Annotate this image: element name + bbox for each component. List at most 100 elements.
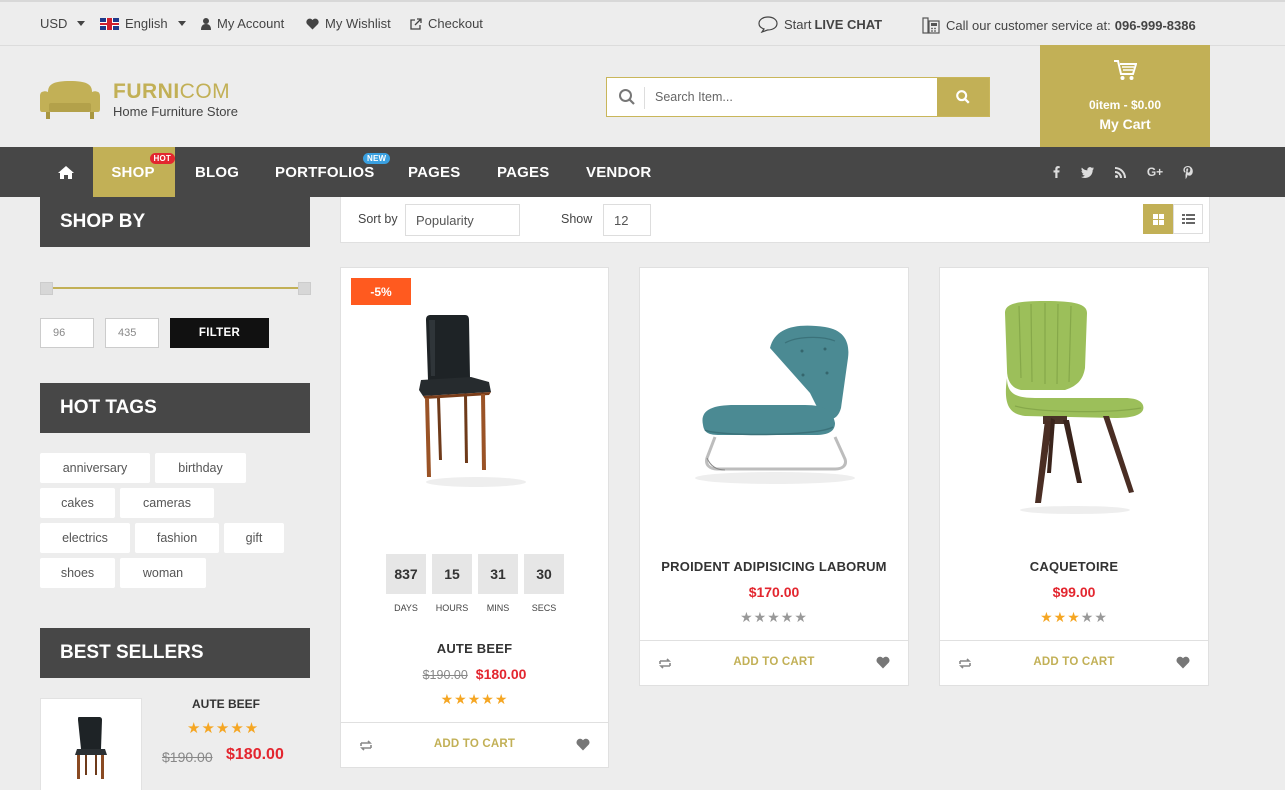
- product-card[interactable]: PROIDENT ADIPISICING LABORUM $170.00 ★★★…: [639, 267, 909, 686]
- heart-icon[interactable]: [876, 656, 890, 669]
- best-seller-thumbnail[interactable]: [40, 698, 142, 790]
- phone-number: 096-999-8386: [1114, 17, 1196, 33]
- countdown-mins-label: MINS: [486, 603, 510, 613]
- user-icon: [201, 17, 211, 30]
- heart-icon[interactable]: [1176, 656, 1190, 669]
- sort-select[interactable]: Popularity: [405, 204, 520, 236]
- product-rating: ★★★★★: [440, 691, 509, 707]
- brand-light: COM: [179, 80, 231, 103]
- grid-view-button[interactable]: [1143, 204, 1173, 234]
- google-plus-icon[interactable]: G+: [1145, 165, 1165, 179]
- heart-icon[interactable]: [576, 738, 590, 751]
- best-seller-price: $180.00: [226, 746, 284, 763]
- price-max-input[interactable]: 435: [105, 318, 159, 348]
- facebook-icon[interactable]: [1049, 165, 1063, 179]
- countdown-hours: 15: [432, 554, 472, 594]
- sofa-logo-icon[interactable]: [40, 78, 100, 120]
- nav-vendor-label: VENDOR: [586, 163, 652, 181]
- product-rating: ★★★★★: [1040, 609, 1108, 625]
- add-to-cart-button[interactable]: ADD TO CART: [640, 656, 908, 668]
- price-slider-track[interactable]: [46, 287, 306, 289]
- currency-selector[interactable]: USD: [40, 16, 86, 31]
- brand-name[interactable]: FURNICOM: [113, 80, 230, 104]
- nav-shop[interactable]: SHOP HOT: [93, 147, 175, 197]
- nav-blog[interactable]: BLOG: [195, 147, 239, 197]
- tag-anniversary[interactable]: anniversary: [40, 453, 150, 483]
- nav-blog-label: BLOG: [195, 163, 240, 181]
- product-image[interactable]: [685, 313, 865, 493]
- grid-icon: [1152, 213, 1164, 225]
- twitter-icon[interactable]: [1080, 165, 1094, 179]
- price-min-input[interactable]: 96: [40, 318, 94, 348]
- search-icon: [956, 90, 970, 104]
- my-account-link[interactable]: My Account: [201, 16, 284, 31]
- countdown-days: 837: [386, 554, 426, 594]
- price-slider-min-handle[interactable]: [40, 282, 53, 295]
- sort-label: Sort by: [358, 212, 398, 226]
- tag-fashion[interactable]: fashion: [135, 523, 219, 553]
- tag-shoes[interactable]: shoes: [40, 558, 115, 588]
- list-view-button[interactable]: [1173, 204, 1203, 234]
- price-slider-max-handle[interactable]: [298, 282, 311, 295]
- show-select[interactable]: 12: [603, 204, 651, 236]
- search-divider: [644, 87, 645, 109]
- product-name[interactable]: CAQUETOIRE: [940, 559, 1208, 574]
- product-current-price: $170.00: [748, 584, 800, 600]
- rss-icon[interactable]: [1113, 165, 1127, 179]
- product-toolbar: Sort by Popularity Show 12: [340, 197, 1210, 243]
- customer-service: Call our customer service at: 096-999-83…: [922, 16, 1196, 34]
- best-seller-name[interactable]: AUTE BEEF: [192, 697, 260, 711]
- checkout-link[interactable]: Checkout: [410, 16, 483, 31]
- nav-pages-2[interactable]: PAGES: [497, 147, 549, 197]
- nav-vendor[interactable]: VENDOR: [586, 147, 651, 197]
- live-chat-label: LIVE CHAT: [814, 17, 883, 32]
- product-card[interactable]: CAQUETOIRE $99.00 ★★★★★ ADD TO CART: [939, 267, 1209, 686]
- list-icon: [1181, 214, 1195, 224]
- filter-button[interactable]: FILTER: [170, 318, 269, 348]
- chair-image: [75, 717, 107, 779]
- product-image[interactable]: [401, 310, 551, 490]
- new-badge: NEW: [363, 153, 391, 164]
- search-button[interactable]: [937, 78, 989, 116]
- tag-cameras[interactable]: cameras: [120, 488, 214, 518]
- wishlist-link[interactable]: My Wishlist: [306, 16, 391, 31]
- nav-portfolios[interactable]: PORTFOLIOS NEW: [275, 147, 391, 197]
- tag-birthday[interactable]: birthday: [155, 453, 246, 483]
- live-chat-link[interactable]: Start LIVE CHAT: [758, 16, 882, 33]
- product-price: $170.00: [640, 584, 908, 600]
- mini-cart[interactable]: 0item - $0.00 My Cart: [1040, 45, 1210, 147]
- wishlist-label: My Wishlist: [325, 16, 391, 31]
- nav-shop-label: SHOP: [111, 163, 155, 181]
- product-old-price: $190.00: [422, 668, 468, 682]
- best-sellers-heading: BEST SELLERS: [40, 628, 310, 678]
- product-image[interactable]: [995, 298, 1155, 518]
- language-selector[interactable]: English: [100, 16, 186, 31]
- product-price: $99.00: [940, 584, 1208, 600]
- product-name[interactable]: PROIDENT ADIPISICING LABORUM: [640, 559, 908, 574]
- pinterest-icon[interactable]: [1181, 165, 1195, 179]
- product-name[interactable]: AUTE BEEF: [341, 641, 608, 656]
- hot-badge: HOT: [149, 153, 175, 164]
- add-to-cart-button[interactable]: ADD TO CART: [341, 738, 608, 750]
- best-seller-rating: ★★★★★: [187, 720, 260, 737]
- currency-label: USD: [40, 16, 68, 31]
- add-to-cart-button[interactable]: ADD TO CART: [940, 656, 1208, 668]
- sale-badge: -5%: [351, 278, 411, 305]
- product-actions: ADD TO CART: [341, 722, 608, 768]
- shop-by-heading: SHOP BY: [40, 197, 310, 247]
- hot-tags-heading: HOT TAGS: [40, 383, 310, 433]
- nav-portfolios-label: PORTFOLIOS: [275, 163, 375, 181]
- product-actions: ADD TO CART: [940, 640, 1208, 686]
- live-chat-prefix: Start: [784, 17, 812, 32]
- product-price: $190.00 $180.00: [341, 666, 608, 682]
- tag-electrics[interactable]: electrics: [40, 523, 130, 553]
- tag-cakes[interactable]: cakes: [40, 488, 115, 518]
- uk-flag-icon: [100, 17, 119, 30]
- nav-home[interactable]: [58, 147, 76, 197]
- chat-bubble-icon: [758, 16, 778, 33]
- nav-pages[interactable]: PAGES: [408, 147, 460, 197]
- product-card[interactable]: -5% 837 15 31 30 DAYS HOURS MINS SECS AU…: [340, 267, 609, 768]
- search-input[interactable]: [655, 78, 935, 116]
- tag-gift[interactable]: gift: [224, 523, 284, 553]
- tag-woman[interactable]: woman: [120, 558, 206, 588]
